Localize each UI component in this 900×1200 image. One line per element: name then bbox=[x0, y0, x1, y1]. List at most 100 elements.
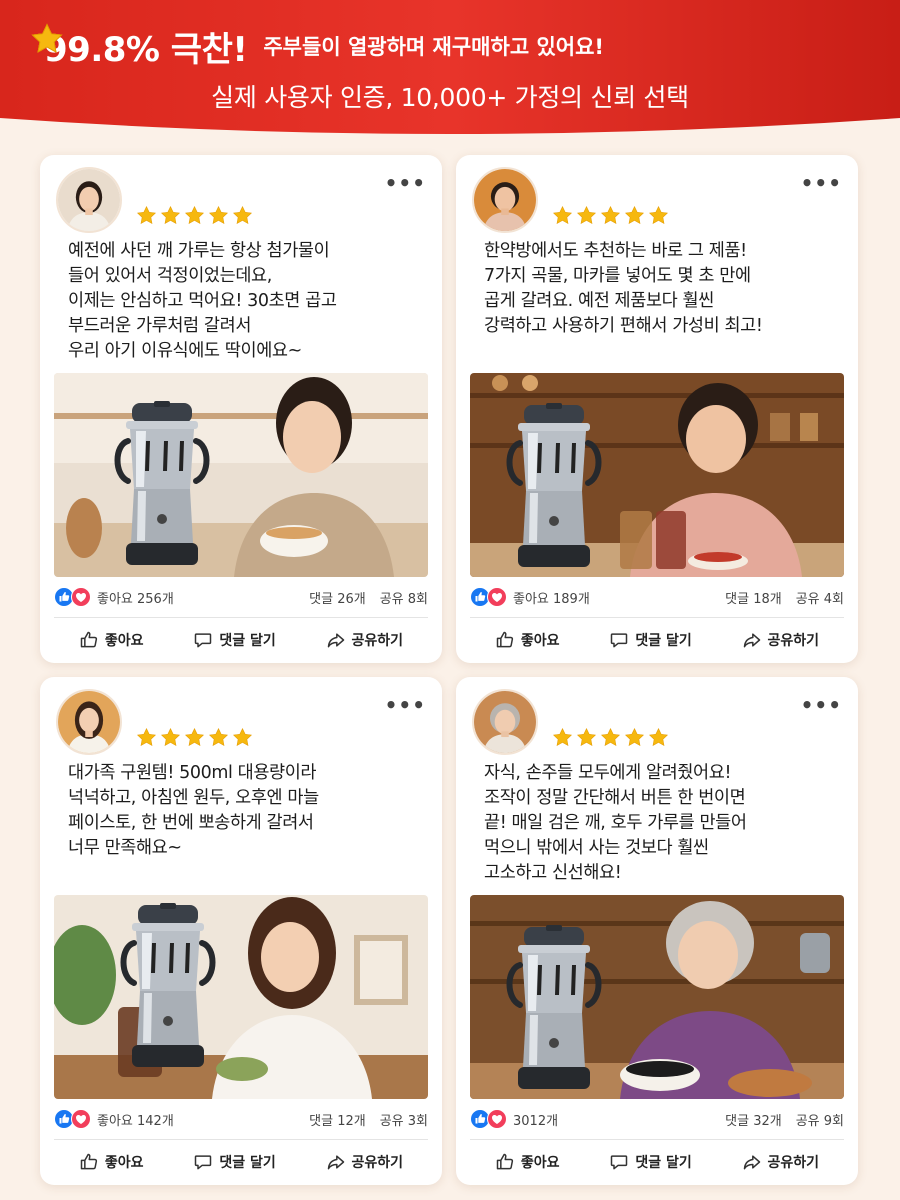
share-button[interactable]: 공유하기 bbox=[326, 630, 404, 650]
engagement-stats: 3012개 댓글 32개 공유 9회 bbox=[470, 1107, 844, 1131]
star-icon bbox=[160, 727, 181, 748]
review-text: 한약방에서도 추천하는 바로 그 제품! 7가지 곡물, 마카를 넣어도 몇 초 … bbox=[484, 239, 844, 339]
more-options-icon[interactable]: ••• bbox=[385, 173, 426, 193]
review-line: 넉넉하고, 아침엔 원두, 오후엔 마늘 bbox=[68, 788, 319, 808]
reaction-badges[interactable] bbox=[470, 1109, 507, 1129]
action-bar: 좋아요 댓글 달기 공유하기 bbox=[54, 625, 428, 655]
star-icon bbox=[624, 727, 645, 748]
comment-icon bbox=[193, 1152, 213, 1172]
love-reaction-icon bbox=[71, 1109, 91, 1129]
comment-icon bbox=[609, 1152, 629, 1172]
star-icon bbox=[136, 727, 157, 748]
review-card: ••• 자식, 손주들 모두에게 알려줬어요! 조작이 정말 간단해서 버튼 한 … bbox=[456, 677, 858, 1185]
review-card: ••• 예전에 사던 깨 가루는 항상 첨가물이들어 있어서 걱정이었는데요, 이… bbox=[40, 155, 442, 663]
more-options-icon[interactable]: ••• bbox=[801, 173, 842, 193]
star-icon bbox=[208, 727, 229, 748]
like-button[interactable]: 좋아요 bbox=[495, 630, 560, 650]
like-button[interactable]: 좋아요 bbox=[79, 1152, 144, 1172]
share-button[interactable]: 공유하기 bbox=[742, 1152, 820, 1172]
review-photo[interactable] bbox=[54, 895, 428, 1099]
review-line: 예전에 사던 깨 가루는 항상 첨가물이 bbox=[68, 241, 330, 261]
banner-subtitle: 실제 사용자 인증, 10,000+ 가정의 신뢰 선택 bbox=[211, 83, 689, 112]
reaction-badges[interactable] bbox=[54, 587, 91, 607]
star-icon bbox=[600, 205, 621, 226]
avatar[interactable] bbox=[472, 689, 538, 755]
reaction-badges[interactable] bbox=[470, 587, 507, 607]
thumbs-up-icon bbox=[495, 630, 515, 650]
review-line: 들어 있어서 걱정이었는데요, bbox=[68, 266, 272, 286]
share-button-label: 공유하기 bbox=[767, 633, 820, 649]
likes-count[interactable]: 좋아요 142개 bbox=[97, 1110, 174, 1129]
more-options-icon[interactable]: ••• bbox=[385, 695, 426, 715]
likes-count[interactable]: 좋아요 189개 bbox=[513, 588, 590, 607]
star-icon bbox=[208, 205, 229, 226]
comment-button[interactable]: 댓글 달기 bbox=[609, 630, 692, 650]
shares-count[interactable]: 공유 4회 bbox=[796, 588, 844, 607]
comment-button-label: 댓글 달기 bbox=[635, 1155, 692, 1171]
comment-button[interactable]: 댓글 달기 bbox=[609, 1152, 692, 1172]
review-photo[interactable] bbox=[54, 373, 428, 577]
more-options-icon[interactable]: ••• bbox=[801, 695, 842, 715]
share-button[interactable]: 공유하기 bbox=[742, 630, 820, 650]
avatar[interactable] bbox=[472, 167, 538, 233]
comment-icon bbox=[193, 630, 213, 650]
comments-count[interactable]: 댓글 32개 bbox=[725, 1110, 782, 1129]
share-button-label: 공유하기 bbox=[351, 633, 404, 649]
star-icon bbox=[576, 205, 597, 226]
star-icon bbox=[232, 205, 253, 226]
comment-button-label: 댓글 달기 bbox=[635, 633, 692, 649]
shares-count[interactable]: 공유 3회 bbox=[380, 1110, 428, 1129]
star-icon bbox=[160, 205, 181, 226]
star-icon bbox=[136, 205, 157, 226]
rating-stars bbox=[552, 205, 669, 226]
star-icon bbox=[624, 205, 645, 226]
love-reaction-icon bbox=[487, 587, 507, 607]
hero-banner: 99.8% 극찬! 주부들이 열광하며 재구매하고 있어요! 실제 사용자 인증… bbox=[0, 0, 900, 140]
divider bbox=[54, 1139, 428, 1140]
shares-count[interactable]: 공유 9회 bbox=[796, 1110, 844, 1129]
engagement-stats: 좋아요 189개 댓글 18개 공유 4회 bbox=[470, 585, 844, 609]
star-icon bbox=[648, 727, 669, 748]
action-bar: 좋아요 댓글 달기 공유하기 bbox=[470, 625, 844, 655]
rating-stars bbox=[552, 727, 669, 748]
comment-button[interactable]: 댓글 달기 bbox=[193, 1152, 276, 1172]
like-button-label: 좋아요 bbox=[104, 1155, 144, 1171]
review-line: 조작이 정말 간단해서 버튼 한 번이면 bbox=[484, 788, 746, 808]
review-line: 우리 아기 이유식에도 딱이에요~ bbox=[68, 341, 302, 361]
star-icon bbox=[30, 22, 64, 56]
comments-count[interactable]: 댓글 12개 bbox=[309, 1110, 366, 1129]
star-icon bbox=[184, 205, 205, 226]
thumbs-up-icon bbox=[79, 1152, 99, 1172]
love-reaction-icon bbox=[487, 1109, 507, 1129]
avatar[interactable] bbox=[56, 167, 122, 233]
comment-button-label: 댓글 달기 bbox=[219, 1155, 276, 1171]
star-icon bbox=[552, 205, 573, 226]
review-line: 이제는 안심하고 먹어요! 30초면 곱고 bbox=[68, 291, 337, 311]
star-icon bbox=[576, 727, 597, 748]
review-photo[interactable] bbox=[470, 895, 844, 1099]
thumbs-up-icon bbox=[79, 630, 99, 650]
review-line: 자식, 손주들 모두에게 알려줬어요! bbox=[484, 763, 732, 783]
share-button-label: 공유하기 bbox=[767, 1155, 820, 1171]
comments-count[interactable]: 댓글 26개 bbox=[309, 588, 366, 607]
like-button[interactable]: 좋아요 bbox=[495, 1152, 560, 1172]
like-button-label: 좋아요 bbox=[520, 633, 560, 649]
review-line: 먹으니 밖에서 사는 것보다 훨씬 bbox=[484, 838, 709, 858]
review-line: 고소하고 신선해요! bbox=[484, 863, 622, 883]
share-button[interactable]: 공유하기 bbox=[326, 1152, 403, 1172]
avatar[interactable] bbox=[56, 689, 122, 755]
shares-count[interactable]: 공유 8회 bbox=[380, 588, 428, 607]
review-photo[interactable] bbox=[470, 373, 844, 577]
star-icon bbox=[184, 727, 205, 748]
reaction-badges[interactable] bbox=[54, 1109, 91, 1129]
comment-button[interactable]: 댓글 달기 bbox=[193, 630, 276, 650]
review-line: 끝! 매일 검은 깨, 호두 가루를 만들어 bbox=[484, 813, 747, 833]
comments-count[interactable]: 댓글 18개 bbox=[725, 588, 782, 607]
engagement-stats: 좋아요 256개 댓글 26개 공유 8회 bbox=[54, 585, 428, 609]
review-line: 한약방에서도 추천하는 바로 그 제품! bbox=[484, 241, 747, 261]
likes-count[interactable]: 3012개 bbox=[513, 1110, 558, 1129]
likes-count[interactable]: 좋아요 256개 bbox=[97, 588, 174, 607]
thumbs-up-icon bbox=[495, 1152, 515, 1172]
comment-icon bbox=[609, 630, 629, 650]
like-button[interactable]: 좋아요 bbox=[79, 630, 144, 650]
